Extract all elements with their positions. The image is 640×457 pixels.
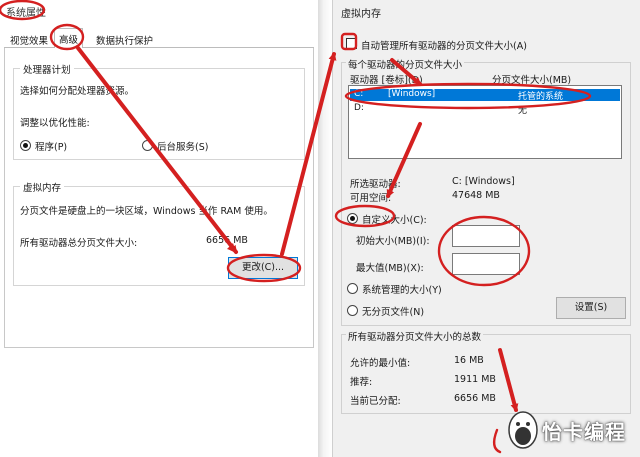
recommended-value: 1911 MB — [454, 374, 496, 385]
tab-advanced[interactable]: 高级 — [54, 28, 84, 49]
watermark: 怡卡编程 — [504, 404, 636, 454]
table-row[interactable]: C: [Windows] 托管的系统 — [350, 89, 620, 102]
selected-drive-value: C: [Windows] — [452, 176, 515, 187]
mouse-logo-icon — [508, 411, 538, 449]
virtual-memory-group: 虚拟内存 分页文件是硬盘上的一块区域，Windows 当作 RAM 使用。 所有… — [13, 180, 305, 286]
advanced-panel: 处理器计划 选择如何分配处理器资源。 调整以优化性能: 程序(P) 后台服务(S… — [4, 48, 314, 348]
free-space-label: 可用空间: — [350, 193, 392, 204]
radio-background-label: 后台服务(S) — [157, 142, 209, 153]
radio-no-paging-file[interactable] — [347, 305, 358, 316]
radio-background-services[interactable] — [142, 140, 153, 151]
group-title: 每个驱动器的分页文件大小 — [346, 57, 465, 71]
tab-dep[interactable]: 数据执行保护 — [92, 30, 157, 48]
current-allocated-label: 当前已分配: — [350, 396, 401, 407]
initial-size-label: 初始大小(MB)(I): — [356, 236, 430, 247]
group-title: 虚拟内存 — [20, 180, 65, 194]
selected-drive-label: 所选驱动器: — [350, 179, 401, 190]
max-size-label: 最大值(MB)(X): — [356, 263, 424, 274]
dialog-title: 虚拟内存 — [341, 9, 381, 20]
radio-no-paging-file-label: 无分页文件(N) — [362, 307, 425, 318]
drive-volume-label: [Windows] — [388, 89, 436, 99]
min-allowed-value: 16 MB — [454, 355, 484, 366]
tab-visual-effects[interactable]: 视觉效果 — [6, 30, 52, 48]
dialog-title: 系统属性 — [6, 8, 46, 19]
free-space-value: 47648 MB — [452, 190, 500, 201]
titlebar: 系统属性 — [0, 0, 318, 22]
tab-strip: 视觉效果 高级 数据执行保护 — [4, 28, 314, 49]
auto-manage-label: 自动管理所有驱动器的分页文件大小(A) — [361, 41, 527, 52]
total-paging-value: 6656 MB — [206, 235, 248, 246]
vm-description: 分页文件是硬盘上的一块区域，Windows 当作 RAM 使用。 — [20, 206, 273, 217]
system-properties-dialog: 系统属性 视觉效果 高级 数据执行保护 处理器计划 选择如何分配处理器资源。 调… — [0, 0, 318, 457]
adjust-label: 调整以优化性能: — [20, 118, 90, 129]
current-allocated-value: 6656 MB — [454, 393, 496, 404]
drive-paging-size: 托管的系统 — [518, 92, 564, 102]
per-drive-group: 每个驱动器的分页文件大小 驱动器 [卷标](D) 分页文件大小(MB) C: [… — [341, 57, 631, 326]
change-button[interactable]: 更改(C)... — [228, 257, 298, 279]
window-divider — [318, 0, 332, 457]
radio-programs[interactable] — [20, 140, 31, 151]
max-size-input[interactable] — [452, 253, 520, 275]
auto-manage-checkbox[interactable] — [346, 38, 357, 49]
table-row[interactable]: D: 无 — [350, 103, 620, 116]
totals-group: 所有驱动器分页文件大小的总数 允许的最小值: 16 MB 推荐: 1911 MB… — [341, 329, 631, 414]
radio-programs-label: 程序(P) — [35, 142, 68, 153]
virtual-memory-dialog: 虚拟内存 自动管理所有驱动器的分页文件大小(A) 每个驱动器的分页文件大小 驱动… — [332, 0, 640, 457]
min-allowed-label: 允许的最小值: — [350, 358, 411, 369]
drive-letter: D: — [354, 103, 364, 113]
initial-size-input[interactable] — [452, 225, 520, 247]
processor-scheduling-group: 处理器计划 选择如何分配处理器资源。 调整以优化性能: 程序(P) 后台服务(S… — [13, 62, 305, 160]
total-paging-label: 所有驱动器总分页文件大小: — [20, 238, 138, 249]
col-size-header: 分页文件大小(MB) — [492, 75, 572, 86]
drive-paging-size: 无 — [518, 106, 528, 116]
col-drive-header: 驱动器 [卷标](D) — [350, 75, 423, 86]
recommended-label: 推荐: — [350, 377, 373, 388]
watermark-text: 怡卡编程 — [542, 420, 626, 444]
radio-system-managed[interactable] — [347, 283, 358, 294]
drive-letter: C: — [354, 89, 364, 99]
processor-description: 选择如何分配处理器资源。 — [20, 86, 135, 97]
group-title: 所有驱动器分页文件大小的总数 — [346, 329, 484, 343]
radio-custom-size[interactable] — [347, 213, 358, 224]
radio-system-managed-label: 系统管理的大小(Y) — [362, 285, 442, 296]
group-title: 处理器计划 — [20, 62, 74, 76]
set-button[interactable]: 设置(S) — [556, 297, 626, 319]
radio-custom-size-label: 自定义大小(C): — [362, 215, 427, 226]
drive-list[interactable]: C: [Windows] 托管的系统 D: 无 — [348, 85, 622, 159]
